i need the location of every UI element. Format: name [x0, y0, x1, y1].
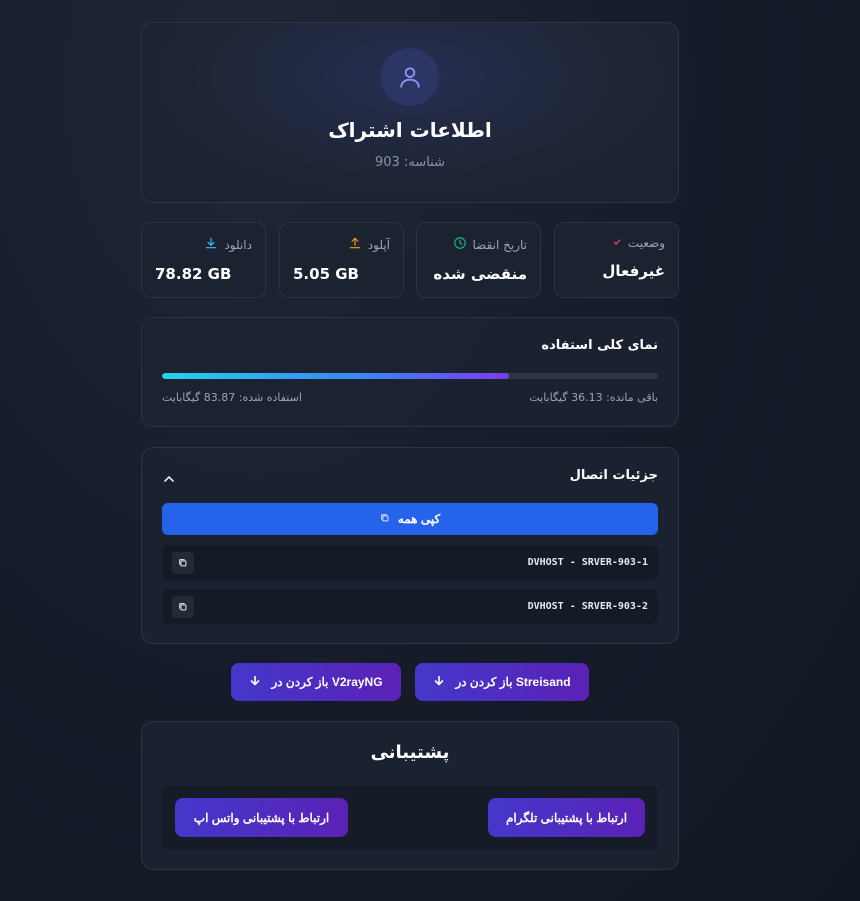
expiry-value: منقضی شده — [433, 265, 527, 283]
download-card: دانلود 78.82 GB — [141, 222, 266, 298]
telegram-support-button[interactable]: ارتباط با پشتیبانی تلگرام — [488, 798, 645, 837]
subscription-header-card: اطلاعات اشتراک شناسه: 903 — [141, 22, 679, 203]
expiry-card: تاریخ انقضا منقضی شده — [416, 222, 541, 298]
usage-overview-card: نمای کلی استفاده باقی مانده: 36.13 گیگاب… — [141, 317, 679, 427]
expiry-label: تاریخ انقضا — [472, 237, 528, 252]
copy-icon[interactable] — [172, 551, 194, 574]
copy-icon[interactable] — [172, 595, 194, 618]
page-title: اطلاعات اشتراک — [328, 118, 492, 142]
connection-details-card: جزئیات اتصال کپی همه DVHOST - SRVER-903-… — [141, 447, 679, 644]
clock-icon — [453, 236, 467, 253]
copy-icon — [380, 512, 390, 526]
chevron-up-icon[interactable] — [162, 471, 176, 485]
download-arrow-icon — [249, 675, 261, 690]
download-arrow-icon — [433, 675, 445, 690]
upload-icon — [348, 236, 362, 253]
upload-label: آپلود — [367, 237, 390, 252]
connection-title: جزئیات اتصال — [569, 468, 658, 483]
used-text: استفاده شده: 83.87 گیگابایت — [162, 391, 302, 404]
check-icon — [612, 236, 622, 250]
support-card: پشتیبانی ارتباط با پشتیبانی تلگرام ارتبا… — [141, 721, 679, 870]
open-v2rayng-button[interactable]: V2rayNG باز کردن در — [231, 663, 401, 701]
remaining-text: باقی مانده: 36.13 گیگابایت — [529, 391, 658, 404]
usage-progress-fill — [162, 373, 509, 379]
whatsapp-support-button[interactable]: ارتباط با پشتیبانی واتس اپ — [175, 798, 348, 837]
download-label: دانلود — [224, 237, 252, 252]
config-text: DVHOST - SRVER-903-1 — [527, 557, 648, 568]
open-v2rayng-label: V2rayNG باز کردن در — [271, 675, 383, 689]
download-icon — [204, 236, 218, 253]
status-value: غیرفعال — [602, 262, 665, 280]
download-value: 78.82 GB — [155, 265, 232, 283]
status-card: وضعیت غیرفعال — [554, 222, 679, 298]
user-icon — [381, 48, 439, 106]
usage-progress-bar — [162, 373, 658, 379]
config-row: DVHOST - SRVER-903-1 — [162, 545, 658, 580]
support-buttons-panel: ارتباط با پشتیبانی تلگرام ارتباط با پشتی… — [162, 786, 658, 850]
upload-card: آپلود 5.05 GB — [279, 222, 404, 298]
copy-all-button[interactable]: کپی همه — [162, 503, 658, 535]
open-streisand-button[interactable]: Streisand باز کردن در — [415, 663, 589, 701]
config-row: DVHOST - SRVER-903-2 — [162, 589, 658, 624]
copy-all-label: کپی همه — [397, 512, 441, 526]
subscription-id: شناسه: 903 — [375, 155, 445, 170]
status-label: وضعیت — [627, 236, 665, 250]
usage-title: نمای کلی استفاده — [541, 338, 658, 353]
config-text: DVHOST - SRVER-903-2 — [527, 601, 648, 612]
support-title: پشتیبانی — [370, 742, 450, 763]
open-streisand-label: Streisand باز کردن در — [455, 675, 571, 689]
upload-value: 5.05 GB — [293, 265, 359, 283]
